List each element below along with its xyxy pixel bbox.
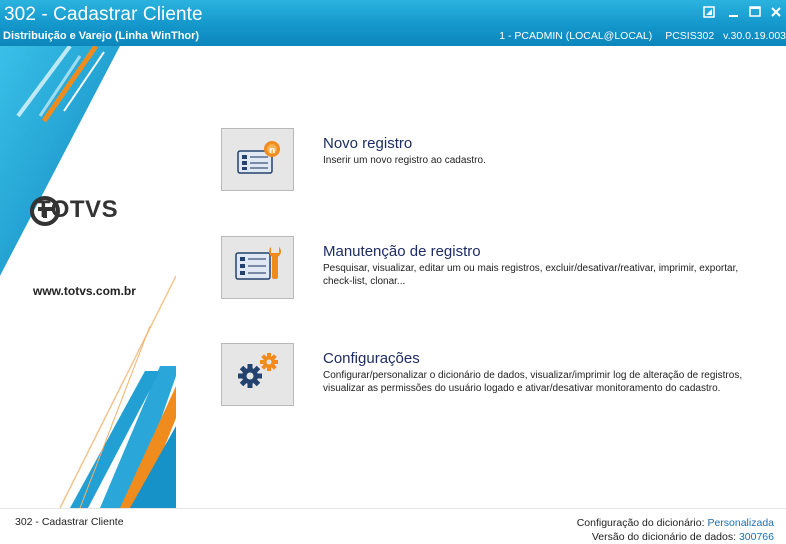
maximize-button[interactable] [748, 5, 762, 19]
routine-code: PCSIS302 [665, 30, 715, 42]
status-bar: 302 - Cadastrar Cliente Configuração do … [0, 508, 786, 543]
version-info: v.30.0.19.003 [723, 30, 786, 42]
settings-gears-icon [238, 353, 278, 388]
session-info: 1 - PCADMIN (LOCAL@LOCAL) PCSIS302 v.30.… [489, 30, 786, 42]
main-panel: n Novo registro Inserir um novo registro… [176, 46, 786, 508]
dict-version-label: Versão do dicionário de dados: [591, 531, 737, 543]
window-subtitle: Distribuição e Varejo (Linha WinThor) [3, 30, 200, 42]
window-title: 302 - Cadastrar Cliente [4, 4, 203, 25]
new-record-tile[interactable]: n [221, 128, 294, 191]
settings-tile[interactable] [221, 343, 294, 406]
title-bar: 302 - Cadastrar Cliente Distribuição e V… [0, 0, 786, 46]
new-record-icon: n [237, 141, 280, 174]
resize-icon[interactable] [702, 5, 716, 19]
user-info: 1 - PCADMIN (LOCAL@LOCAL) [499, 30, 653, 42]
option-title[interactable]: Manutenção de registro [323, 243, 481, 260]
totvs-logo: TOTVS [30, 196, 118, 226]
decorative-stripes [0, 46, 176, 508]
maintenance-tile[interactable] [221, 236, 294, 299]
option-title[interactable]: Novo registro [323, 135, 412, 152]
option-description: Configurar/personalizar o dicionário de … [323, 370, 743, 394]
website-url: www.totvs.com.br [33, 284, 136, 298]
option-description: Inserir um novo registro ao cadastro. [323, 155, 486, 166]
dict-config-label: Configuração do dicionário: [576, 517, 705, 529]
close-button[interactable] [769, 5, 783, 19]
dict-version-value: 300766 [738, 531, 774, 543]
option-description: Pesquisar, visualizar, editar um ou mais… [323, 263, 739, 287]
option-title[interactable]: Configurações [323, 350, 420, 367]
dictionary-info: Configuração do dicionário: Personalizad… [577, 516, 774, 544]
minimize-button[interactable] [727, 5, 741, 19]
sidebar-brand-panel: TOTVS www.totvs.com.br [0, 46, 176, 508]
totvs-logo-icon [30, 196, 60, 226]
status-routine: 302 - Cadastrar Cliente [15, 516, 124, 528]
dict-config-value[interactable]: Personalizada [707, 517, 774, 529]
svg-text:n: n [269, 146, 275, 156]
maintenance-icon [235, 247, 281, 280]
